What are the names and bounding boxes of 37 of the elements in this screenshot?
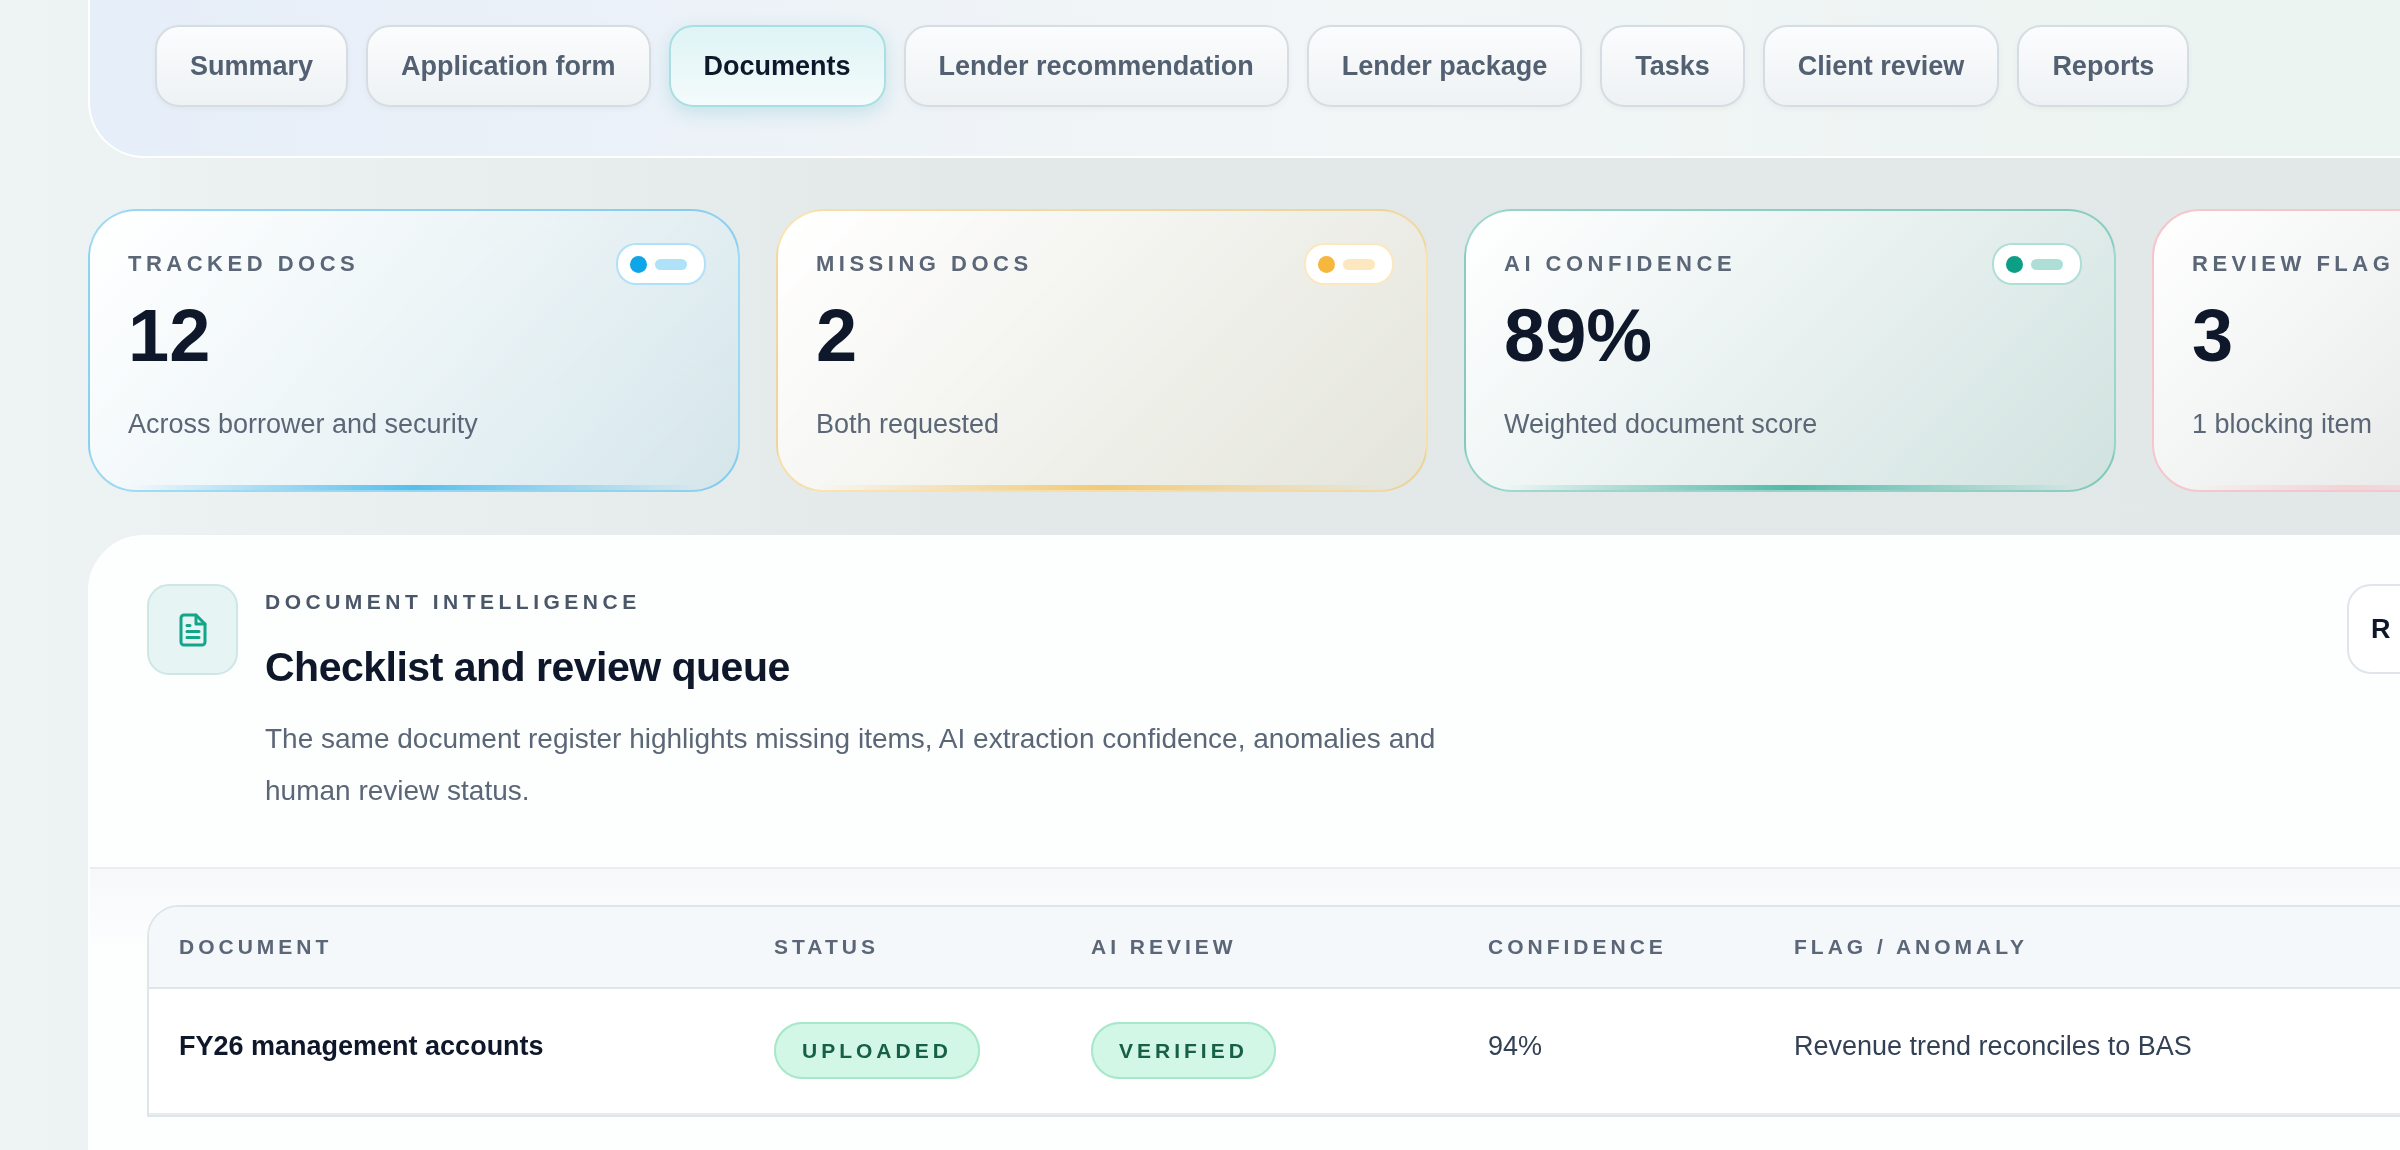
tab[interactable]: Reports	[2017, 25, 2190, 107]
column-header: STATUS	[774, 935, 880, 959]
tab[interactable]: Summary	[155, 25, 349, 107]
tab[interactable]: Documents	[668, 25, 886, 107]
section-title: Checklist and review queue	[265, 644, 791, 691]
stat-label: AI CONFIDENCE	[1504, 251, 1737, 277]
tab[interactable]: Application form	[366, 25, 651, 107]
stat-value: 12	[128, 299, 212, 373]
table-cell-text: 94%	[1488, 1030, 1544, 1062]
column-header: DOCUMENT	[179, 935, 334, 959]
indicator-bar	[2031, 258, 2063, 270]
action-button[interactable]: R	[2347, 584, 2400, 674]
stat-value: 89%	[1504, 299, 1654, 373]
section-description: The same document register highlights missing items, AI extraction confidence, anomalies and human review status.	[265, 722, 1437, 808]
status-badge: UPLOADED	[774, 1022, 980, 1079]
stat-label: REVIEW FLAG	[2192, 251, 2395, 277]
tab[interactable]: Lender recommendation	[903, 25, 1289, 107]
column-header: FLAG / ANOMALY	[1794, 935, 2030, 959]
column-header: AI REVIEW	[1091, 935, 1238, 959]
stat-label: TRACKED DOCS	[128, 251, 360, 277]
table-cell-text: FY26 management accounts	[179, 1030, 545, 1062]
section-eyebrow: DOCUMENT INTELLIGENCE	[265, 590, 642, 614]
stat-value: 2	[816, 299, 859, 373]
tab[interactable]: Client review	[1762, 25, 2000, 107]
indicator-bar	[655, 258, 687, 270]
table-cell-text: Revenue trend reconciles to BAS	[1794, 1030, 2193, 1062]
tab[interactable]: Tasks	[1600, 25, 1745, 107]
stat-caption: Across borrower and security	[128, 409, 479, 440]
stat-caption: 1 blocking item	[2192, 409, 2374, 440]
stat-label: MISSING DOCS	[816, 251, 1033, 277]
stat-caption: Weighted document score	[1504, 409, 1819, 440]
indicator-bar	[1343, 258, 1375, 270]
status-badge: VERIFIED	[1091, 1022, 1276, 1079]
tab[interactable]: Lender package	[1306, 25, 1583, 107]
column-header: CONFIDENCE	[1488, 935, 1668, 959]
stat-value: 3	[2192, 299, 2235, 373]
stat-caption: Both requested	[816, 409, 1001, 440]
